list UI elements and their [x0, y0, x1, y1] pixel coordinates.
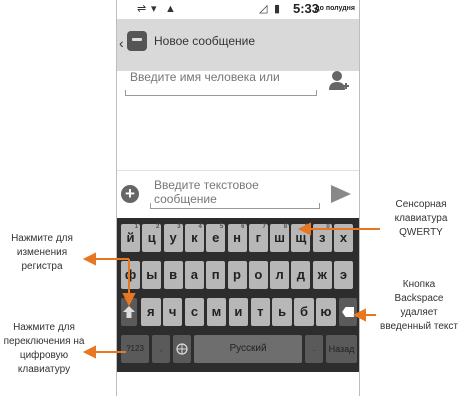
key-о[interactable]: о	[248, 261, 268, 289]
key-hint: 5	[219, 224, 224, 230]
warning-icon: ▲	[165, 3, 176, 15]
key-л[interactable]: л	[270, 261, 290, 289]
battery-icon: ▮	[274, 3, 281, 15]
key-в[interactable]: в	[163, 261, 183, 289]
backspace-callout: Кнопка Backspace удаляет введенный текст	[380, 279, 458, 332]
wifi-icon: ▾	[151, 3, 157, 15]
shift-key[interactable]	[121, 298, 137, 326]
send-icon[interactable]	[331, 185, 351, 203]
key-д[interactable]: д	[291, 261, 311, 289]
backspace-icon	[342, 307, 354, 317]
key-м[interactable]: м	[206, 298, 227, 326]
key-я[interactable]: я	[141, 298, 161, 326]
comma-key[interactable]: ,	[152, 335, 170, 363]
action-bar: ‹ Новое сообщение	[117, 19, 359, 71]
message-placeholder: Введите текстовое сообщение	[154, 178, 259, 206]
key-п[interactable]: п	[206, 261, 226, 289]
qwerty-keyboard: й1ц2у3к4е5н6г7ш8щ9з0х фывапролджэ ячсмит…	[117, 218, 359, 372]
key-щ[interactable]: щ9	[291, 224, 311, 252]
key-г[interactable]: г7	[248, 224, 268, 252]
key-hint: 4	[198, 224, 202, 230]
key-е[interactable]: е5	[206, 224, 226, 252]
shift-callout: Нажмите для изменения регистра	[11, 233, 73, 272]
key-hint: 1	[134, 224, 138, 230]
key-ч[interactable]: ч	[162, 298, 183, 326]
key-ф[interactable]: ф	[121, 261, 140, 289]
messaging-icon[interactable]	[127, 31, 147, 51]
symbols-key[interactable]: ?123	[121, 335, 149, 363]
period-key[interactable]: .	[305, 335, 323, 363]
phone-screen: ⇌ ▾ ▲ ◿ ▮ 5:33 до полудня ‹ Новое сообще…	[116, 0, 360, 396]
page-title: Новое сообщение	[154, 34, 256, 48]
recipient-input[interactable]	[130, 70, 315, 84]
key-ц[interactable]: ц2	[142, 224, 162, 252]
space-key[interactable]: Русский	[194, 335, 302, 363]
key-т[interactable]: т	[250, 298, 270, 326]
key-р[interactable]: р	[227, 261, 247, 289]
key-hint: 7	[262, 224, 266, 230]
key-к[interactable]: к4	[184, 224, 204, 252]
qwerty-callout: Сенсорная клавиатура QWERTY	[394, 199, 448, 238]
globe-icon	[176, 343, 188, 355]
key-з[interactable]: з0	[312, 224, 332, 252]
compose-area: + Введите текстовое сообщение	[117, 170, 359, 219]
numeric-callout-arrowhead	[82, 345, 96, 359]
keyboard-row-1: й1ц2у3к4е5н6г7ш8щ9з0х	[117, 223, 359, 256]
key-и[interactable]: и	[228, 298, 249, 326]
clock-ampm: до полудня	[315, 5, 355, 12]
navigation-bar	[117, 372, 359, 396]
key-ь[interactable]: ь	[272, 298, 292, 326]
key-н[interactable]: н6	[227, 224, 247, 252]
add-contact-icon[interactable]	[329, 70, 349, 92]
key-hint: 2	[155, 224, 160, 230]
back-key[interactable]: Назад	[326, 335, 357, 363]
keyboard-row-3: ячсмитьбю	[117, 297, 359, 330]
key-hint: 0	[326, 224, 330, 230]
back-icon[interactable]: ‹	[119, 35, 124, 51]
shift-arrow-icon	[123, 306, 135, 318]
signal-icon: ◿	[259, 3, 268, 15]
keyboard-row-2: фывапролджэ	[117, 260, 359, 293]
key-hint: 8	[283, 224, 288, 230]
key-ш[interactable]: ш8	[270, 224, 290, 252]
key-х[interactable]: х	[334, 224, 353, 252]
language-key[interactable]	[173, 335, 191, 363]
key-й[interactable]: й1	[121, 224, 140, 252]
key-ж[interactable]: ж	[312, 261, 332, 289]
numeric-callout: Нажмите для переключения на цифровую кла…	[3, 322, 85, 375]
status-bar: ⇌ ▾ ▲ ◿ ▮ 5:33 до полудня	[117, 0, 359, 19]
backspace-key[interactable]	[339, 298, 357, 326]
keyboard-row-4: ?123 , Русский . Назад	[117, 334, 359, 367]
key-ю[interactable]: ю	[316, 298, 336, 326]
recipient-field[interactable]	[125, 70, 317, 96]
key-а[interactable]: а	[184, 261, 204, 289]
key-hint: 9	[305, 224, 309, 230]
attach-plus-icon[interactable]: +	[121, 185, 139, 203]
key-hint: 3	[177, 224, 181, 230]
key-у[interactable]: у3	[163, 224, 183, 252]
key-ы[interactable]: ы	[142, 261, 162, 289]
key-э[interactable]: э	[334, 261, 353, 289]
key-б[interactable]: б	[294, 298, 314, 326]
key-с[interactable]: с	[184, 298, 205, 326]
message-field[interactable]: Введите текстовое сообщение	[150, 178, 320, 209]
shift-callout-arrowhead-left	[82, 252, 96, 266]
usb-icon: ⇌	[137, 3, 147, 15]
key-hint: 6	[241, 224, 245, 230]
